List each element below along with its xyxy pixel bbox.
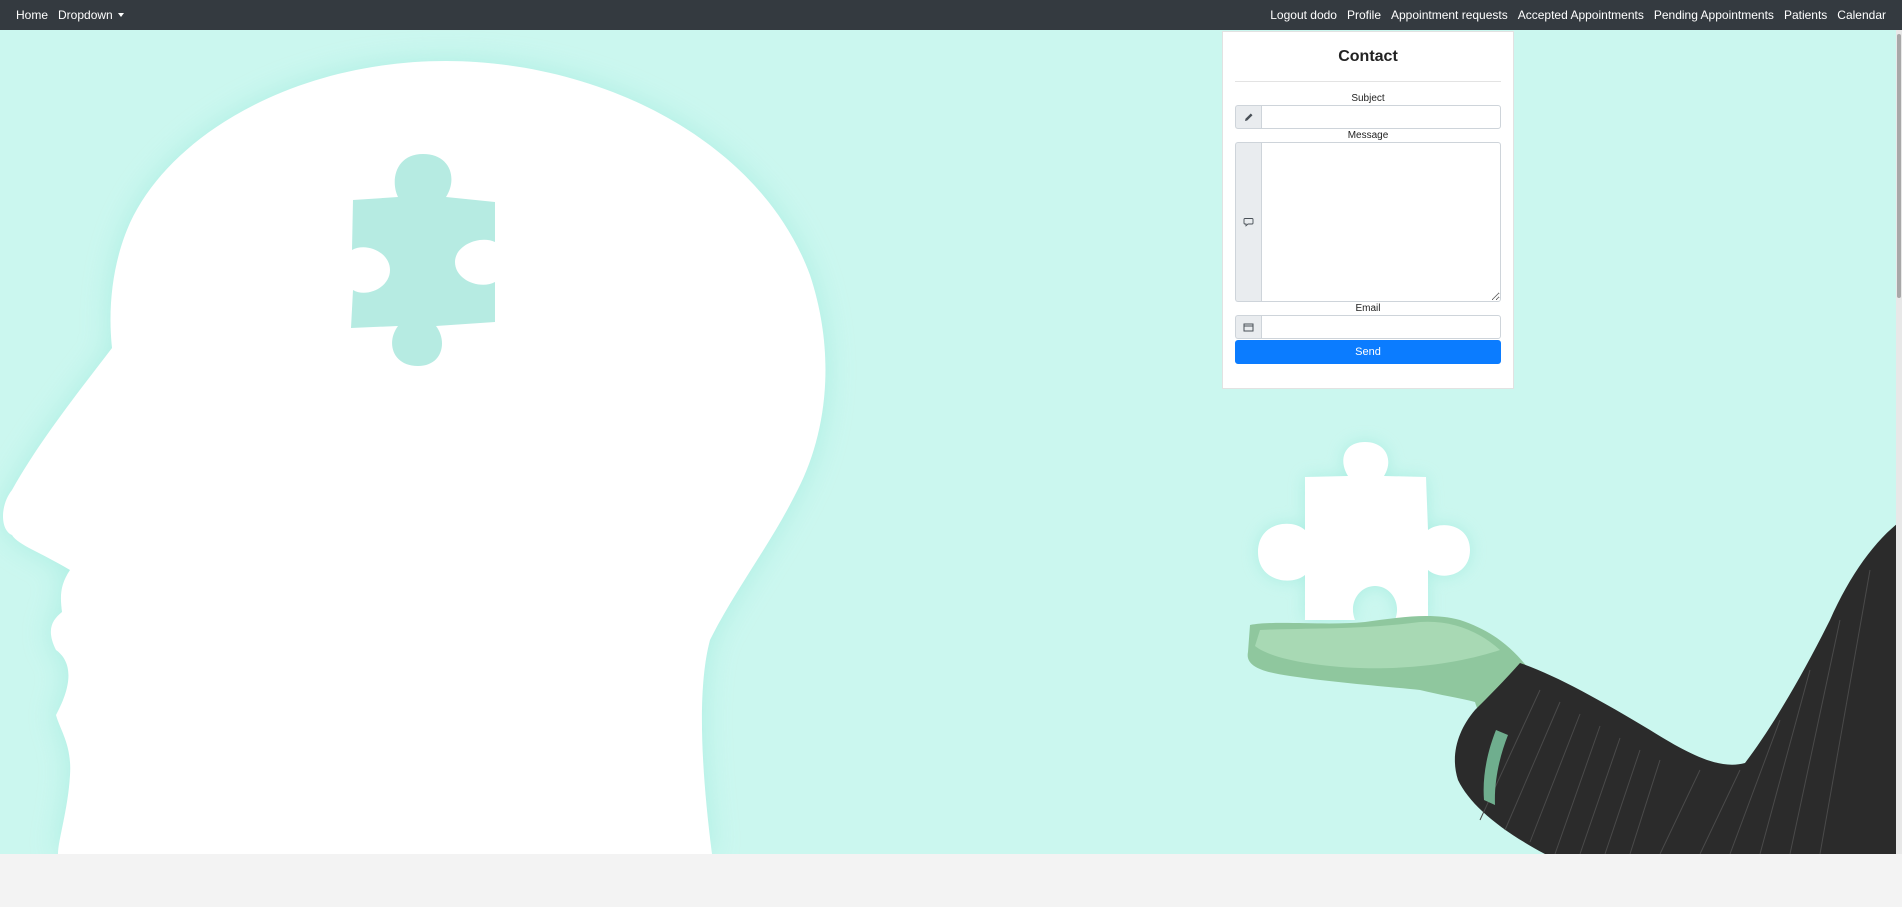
email-input-group — [1235, 315, 1501, 339]
email-label: Email — [1355, 303, 1381, 314]
subject-label: Subject — [1351, 93, 1385, 104]
nav-dropdown-toggle[interactable]: Dropdown — [58, 8, 124, 22]
page-scrollbar-thumb[interactable] — [1897, 34, 1901, 298]
pencil-icon — [1244, 113, 1252, 121]
email-addon — [1235, 315, 1261, 339]
navbar-right: Logout dodo Profile Appointment requests… — [1260, 8, 1886, 22]
nav-profile-link[interactable]: Profile — [1347, 8, 1381, 22]
nav-home-link[interactable]: Home — [16, 8, 48, 22]
caret-down-icon — [117, 13, 124, 17]
message-addon — [1235, 142, 1261, 302]
message-textarea[interactable] — [1261, 142, 1501, 302]
navbar-left: Home Dropdown — [16, 8, 134, 22]
send-button[interactable]: Send — [1235, 340, 1501, 364]
hero-illustration — [3, 61, 1902, 854]
nav-patients-link[interactable]: Patients — [1784, 8, 1827, 22]
hero-background-image — [0, 30, 1902, 854]
envelope-icon — [1243, 323, 1254, 331]
contact-form-title: Contact — [1338, 48, 1398, 65]
subject-input-group — [1235, 105, 1501, 129]
subject-addon — [1235, 105, 1261, 129]
nav-appointment-requests-link[interactable]: Appointment requests — [1391, 8, 1508, 22]
top-navbar: Home Dropdown Logout dodo Profile Appoin… — [0, 0, 1902, 30]
nav-accepted-appointments-link[interactable]: Accepted Appointments — [1518, 8, 1644, 22]
subject-input[interactable] — [1261, 105, 1501, 129]
message-input-group — [1235, 142, 1501, 302]
nav-logout-link[interactable]: Logout dodo — [1270, 8, 1337, 22]
nav-dropdown-label: Dropdown — [58, 8, 113, 22]
suit-sleeve — [1454, 520, 1902, 854]
contact-form-card: Contact Subject Message Email Send — [1222, 31, 1514, 389]
nav-calendar-link[interactable]: Calendar — [1837, 8, 1886, 22]
card-divider — [1235, 81, 1501, 82]
floating-puzzle-piece — [1258, 442, 1470, 620]
email-input[interactable] — [1261, 315, 1501, 339]
message-label: Message — [1347, 130, 1389, 141]
chat-bubble-icon — [1243, 218, 1254, 227]
nav-pending-appointments-link[interactable]: Pending Appointments — [1654, 8, 1774, 22]
